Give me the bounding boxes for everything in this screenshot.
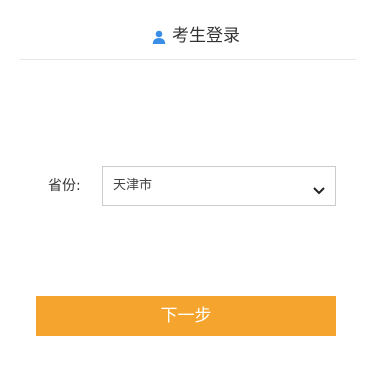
user-icon [152,29,166,44]
province-select[interactable]: 天津市 [102,166,336,206]
page-title: 考生登录 [172,26,240,46]
province-selected-value: 天津市 [113,178,153,193]
page-title-group: 考生登录 [152,25,240,47]
next-step-button[interactable]: 下一步 [36,296,336,336]
login-header: 考生登录 [20,0,356,60]
province-label: 省份: [48,178,81,194]
chevron-down-icon [312,181,326,195]
